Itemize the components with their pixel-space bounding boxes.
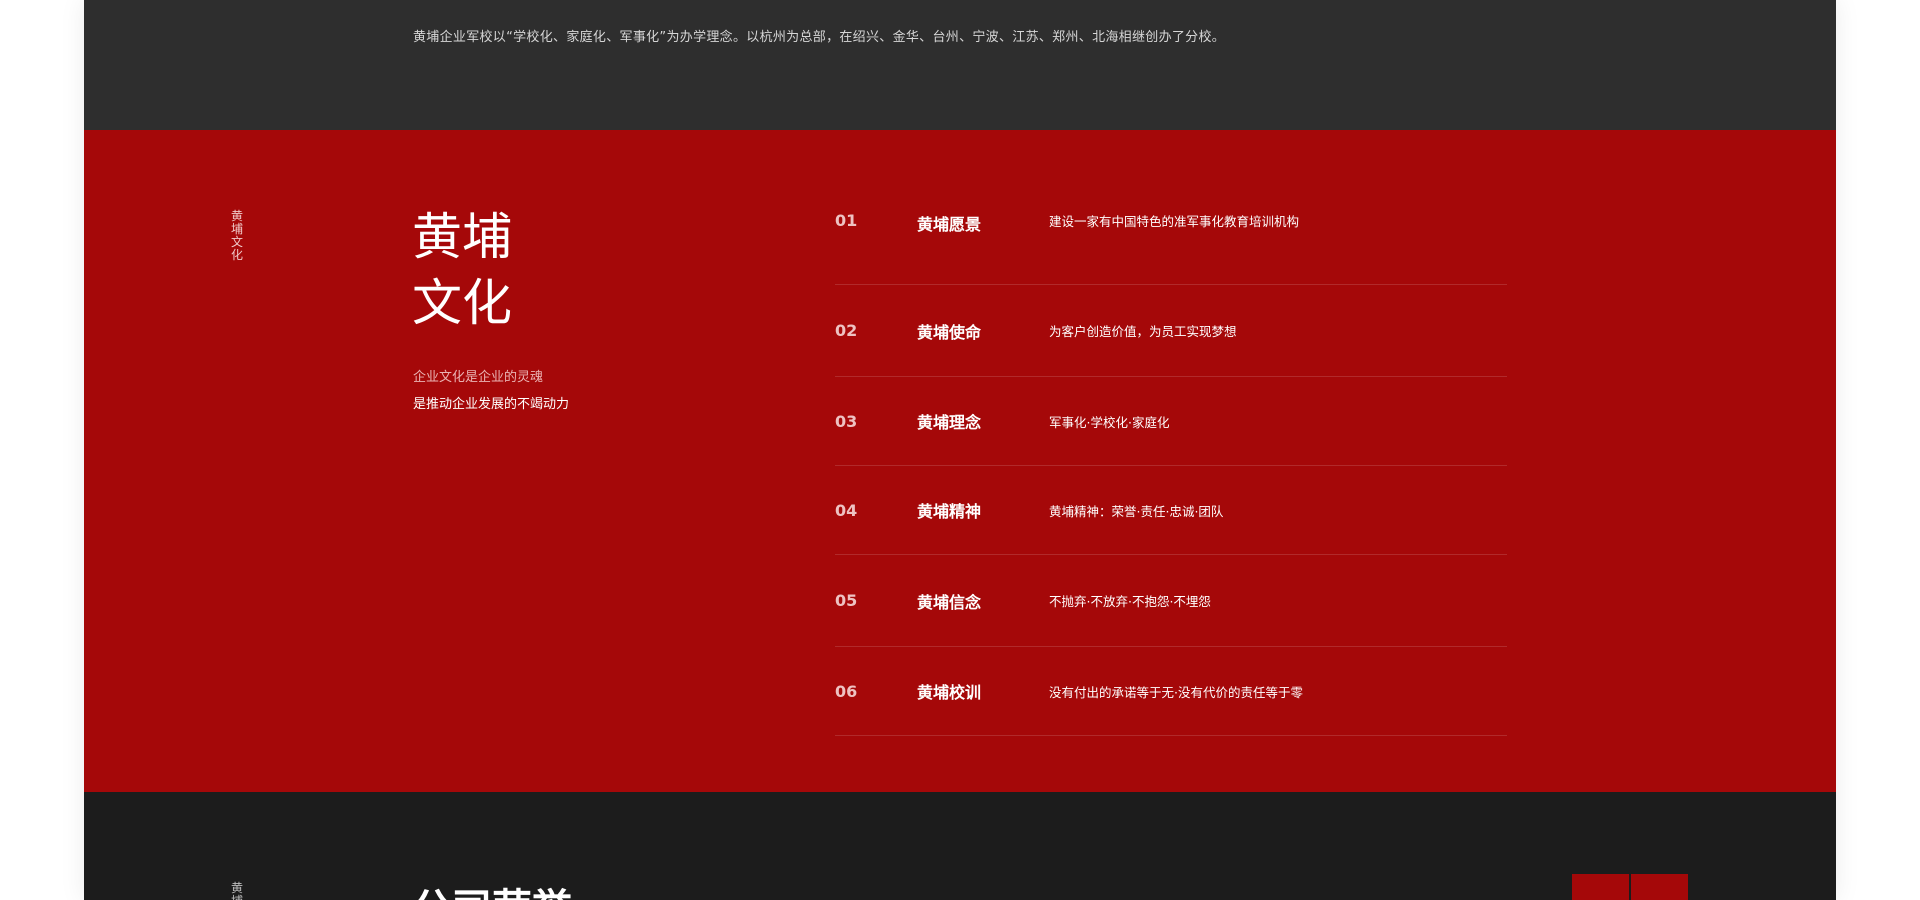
value-name: 黄埔使命 (917, 322, 982, 342)
honor-section: 黄埔 公司荣誉 (84, 792, 1836, 900)
value-name: 黄埔信念 (917, 592, 982, 612)
value-description: 黄埔精神：荣誉·责任·忠诚·团队 (1049, 503, 1224, 519)
culture-side-label: 黄埔文化 (230, 209, 243, 262)
value-number: 04 (835, 500, 858, 520)
value-description: 不抛弃·不放弃·不抱怨·不埋怨 (1049, 594, 1211, 609)
value-description: 建设一家有中国特色的准军事化教育培训机构 (1049, 214, 1300, 229)
value-name: 黄埔理念 (917, 413, 982, 432)
value-description: 为客户创造价值，为员工实现梦想 (1049, 324, 1237, 339)
culture-value-row-spirit: 04 黄埔精神 黄埔精神：荣誉·责任·忠诚·团队 (835, 466, 1507, 555)
value-number: 01 (835, 211, 858, 230)
value-number: 06 (835, 681, 858, 701)
culture-values-list: 01 黄埔愿景 建设一家有中国特色的准军事化教育培训机构 02 黄埔使命 为客户… (835, 194, 1507, 736)
culture-section: 黄埔文化 黄埔文化 企业文化是企业的灵魂 是推动企业发展的不竭动力 01 黄埔愿… (84, 130, 1836, 792)
culture-value-row-belief: 05 黄埔信念 不抛弃·不放弃·不抱怨·不埋怨 (835, 555, 1507, 647)
honor-side-label: 黄埔 (230, 881, 243, 900)
intro-text: 黄埔企业军校以“学校化、家庭化、军事化”为办学理念。以杭州为总部，在绍兴、金华、… (413, 30, 1226, 45)
culture-subtitle-2: 是推动企业发展的不竭动力 (413, 397, 570, 412)
value-name: 黄埔精神 (917, 502, 982, 521)
culture-value-row-philosophy: 03 黄埔理念 军事化·学校化·家庭化 (835, 377, 1507, 466)
honor-title: 公司荣誉 (412, 876, 572, 900)
value-name: 黄埔校训 (917, 683, 982, 702)
value-name: 黄埔愿景 (917, 215, 982, 234)
value-description: 军事化·学校化·家庭化 (1049, 414, 1170, 430)
honor-next-button[interactable] (1631, 874, 1688, 900)
culture-value-row-vision: 01 黄埔愿景 建设一家有中国特色的准军事化教育培训机构 (835, 194, 1507, 285)
culture-title: 黄埔文化 (412, 208, 512, 332)
value-number: 03 (835, 411, 858, 431)
intro-section: 黄埔企业军校以“学校化、家庭化、军事化”为办学理念。以杭州为总部，在绍兴、金华、… (84, 0, 1836, 130)
culture-subtitle-1: 企业文化是企业的灵魂 (413, 370, 544, 385)
value-number: 05 (835, 591, 858, 610)
culture-value-row-mission: 02 黄埔使命 为客户创造价值，为员工实现梦想 (835, 285, 1507, 377)
page-container: 黄埔企业军校以“学校化、家庭化、军事化”为办学理念。以杭州为总部，在绍兴、金华、… (84, 0, 1836, 900)
value-description: 没有付出的承诺等于无·没有代价的责任等于零 (1049, 684, 1303, 700)
honor-prev-button[interactable] (1572, 874, 1629, 900)
culture-value-row-motto: 06 黄埔校训 没有付出的承诺等于无·没有代价的责任等于零 (835, 647, 1507, 736)
value-number: 02 (835, 321, 858, 340)
